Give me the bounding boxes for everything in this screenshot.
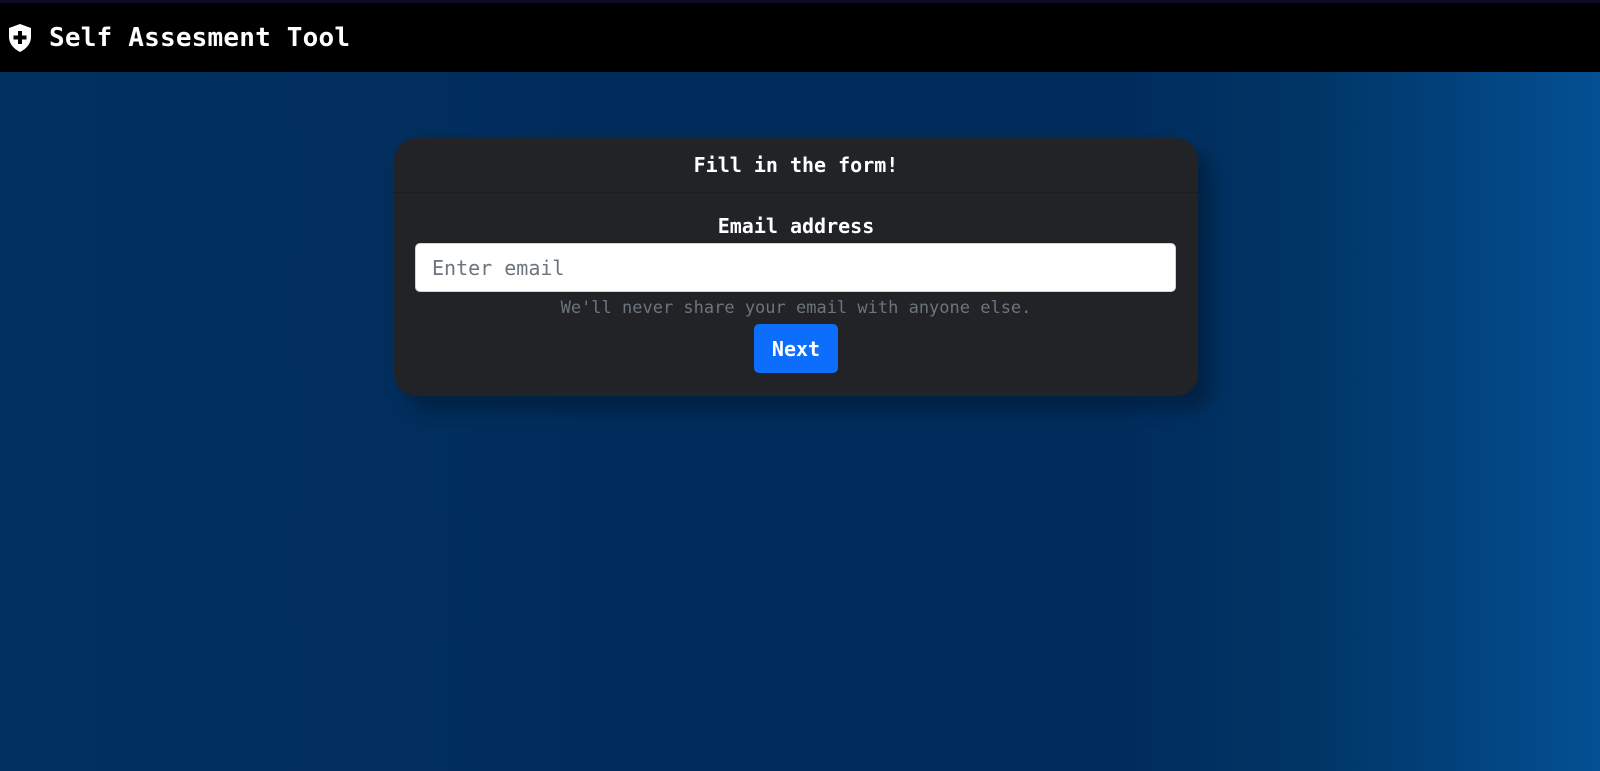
email-label: Email address — [717, 214, 875, 238]
next-button[interactable]: Next — [754, 324, 838, 373]
shield-plus-icon — [7, 23, 33, 53]
email-input[interactable] — [415, 243, 1176, 292]
email-help-text: We'll never share your email with anyone… — [560, 298, 1032, 318]
app-title[interactable]: Self Assesment Tool — [49, 23, 350, 53]
form-card: Fill in the form! Email address We'll ne… — [394, 138, 1198, 396]
navbar: Self Assesment Tool — [0, 3, 1600, 72]
card-header: Fill in the form! — [394, 138, 1198, 193]
